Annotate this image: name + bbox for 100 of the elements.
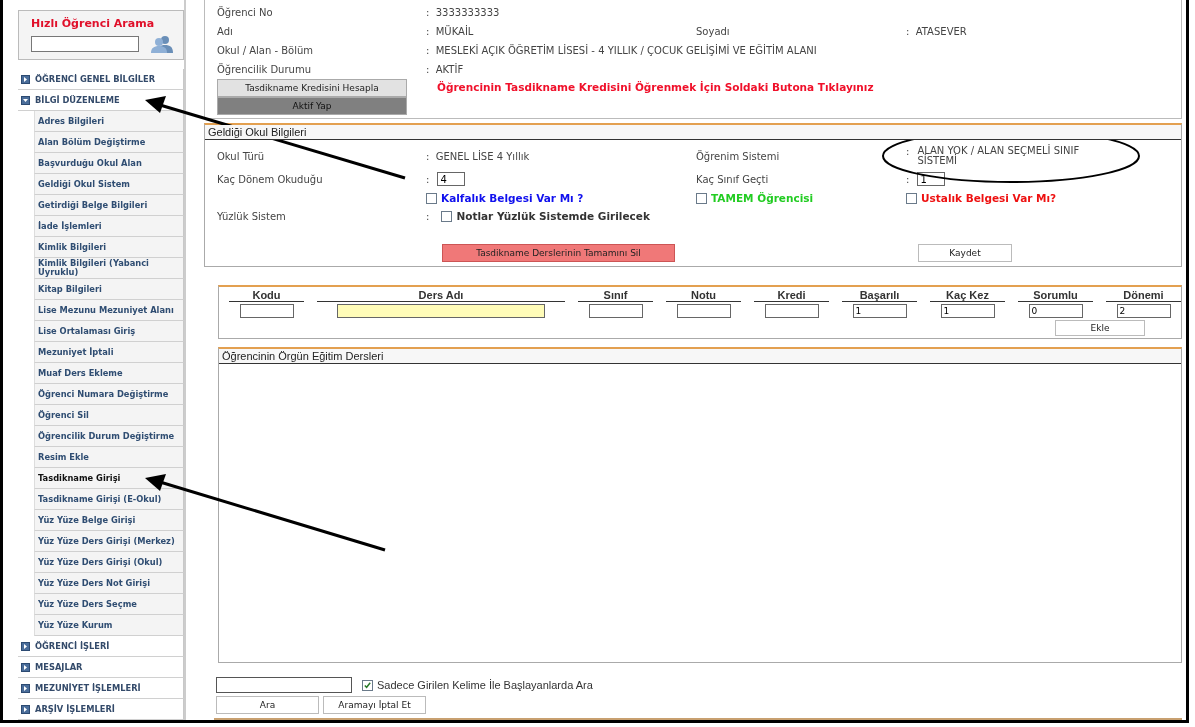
column-header: Sınıf <box>578 289 653 302</box>
panel-header: Geldiği Okul Bilgileri <box>205 125 1181 140</box>
field-value: : MESLEKİ AÇIK ÖĞRETİM LİSESİ - 4 YILLIK / ÇOCUK GELİŞİMİ VE EĞİTİM ALANI <box>426 45 817 56</box>
field-value: ALAN YOK / ALAN SEÇMELİ SINIF SİSTEMİ <box>917 146 1081 166</box>
input-field[interactable] <box>764 304 819 318</box>
expand-icon[interactable] <box>21 641 30 651</box>
checkbox[interactable] <box>362 679 373 691</box>
search-button[interactable]: Ara <box>216 696 319 714</box>
menu-item[interactable]: Kitap Bilgileri <box>34 279 184 300</box>
menu-item[interactable]: Geldiği Okul Sistem <box>34 174 184 195</box>
menu-item[interactable]: Yüz Yüze Ders Girişi (Merkez) <box>34 531 184 552</box>
add-button[interactable]: Ekle <box>1055 320 1145 336</box>
input-field[interactable]: 0 <box>1028 304 1083 318</box>
field-value: : 3333333333 <box>426 7 500 18</box>
delete-all-button[interactable]: Tasdikname Derslerinin Tamamını Sil <box>442 244 675 262</box>
field-separator: : <box>906 146 910 157</box>
field-label: Kaç Dönem Okuduğu <box>217 173 324 185</box>
menu-group[interactable]: BİLGİ DÜZENLEME <box>18 90 184 111</box>
menu-group[interactable]: ÖĞRENCİ GENEL BİLGİLER <box>18 69 184 90</box>
menu-item[interactable]: Yüz Yüze Belge Girişi <box>34 510 184 531</box>
search-field[interactable] <box>216 677 352 693</box>
input-field[interactable]: 1 <box>852 304 907 318</box>
checkbox-label: TAMEM Öğrencisi <box>711 192 814 204</box>
input-field[interactable]: 1 <box>940 304 995 318</box>
field-value: : MÜKAİL <box>426 26 475 37</box>
terms-field[interactable]: 4 <box>437 172 466 186</box>
menu-item[interactable]: Resim Ekle <box>34 447 184 468</box>
menu-item[interactable]: Öğrenci Numara Değiştirme <box>34 384 184 405</box>
input-field[interactable] <box>239 304 294 318</box>
menu-item[interactable]: Yüz Yüze Kurum <box>34 615 184 636</box>
menu-item[interactable]: Öğrencilik Durum Değiştirme <box>34 426 184 447</box>
checkbox[interactable] <box>696 192 707 204</box>
checkbox-label: Sadece Girilen Kelime İle Başlayanlarda Ara <box>377 679 593 691</box>
save-button[interactable]: Kaydet <box>918 244 1012 262</box>
field-label: Kaç Sınıf Geçti <box>696 173 770 185</box>
menu-item[interactable]: Yüz Yüze Ders Seçme <box>34 594 184 615</box>
field-label: Soyadı <box>696 26 731 37</box>
menu-item[interactable]: Başvurduğu Okul Alan <box>34 153 184 174</box>
field-label: Öğrenim Sistemi <box>696 150 781 162</box>
field-separator: : <box>906 173 910 185</box>
notice-text: Öğrencinin Tasdikname Kredisini Öğrenmek İçin Soldaki Butona Tıklayınız <box>437 81 874 95</box>
checkbox-label: Notlar Yüzlük Sistemde Girilecek <box>456 210 650 222</box>
menu-item[interactable]: Yüz Yüze Ders Girişi (Okul) <box>34 552 184 573</box>
column-header: Kaç Kez <box>930 289 1005 302</box>
menu-item[interactable]: Yüz Yüze Ders Not Girişi <box>34 573 184 594</box>
column-header: Dönemi <box>1106 289 1181 302</box>
menu-item[interactable]: Kimlik Bilgileri <box>34 237 184 258</box>
menu-item[interactable]: Öğrenci Sil <box>34 405 184 426</box>
panel-header: Öğrencinin Örgün Eğitim Dersleri <box>219 349 1181 364</box>
users-icon[interactable] <box>151 35 173 53</box>
input-field[interactable] <box>588 304 643 318</box>
expand-icon[interactable] <box>21 683 30 693</box>
menu-item[interactable]: Lise Ortalaması Giriş <box>34 321 184 342</box>
expand-icon[interactable] <box>21 662 30 672</box>
menu-item[interactable]: Getirdiği Belge Bilgileri <box>34 195 184 216</box>
field-value: : AKTİF <box>426 64 464 75</box>
menu-item[interactable]: Mezuniyet İptali <box>34 342 184 363</box>
menu-item[interactable]: İade İşlemleri <box>34 216 184 237</box>
menu-item[interactable]: Alan Bölüm Değiştirme <box>34 132 184 153</box>
input-field[interactable]: 2 <box>1116 304 1171 318</box>
menu-item[interactable]: Muaf Ders Ekleme <box>34 363 184 384</box>
quick-search-title: Hızlı Öğrenci Arama <box>31 17 156 30</box>
column-header: Ders Adı <box>317 289 565 302</box>
column-header: Kodu <box>229 289 304 302</box>
field-label: Öğrencilik Durumu <box>217 64 312 75</box>
menu-item[interactable]: Adres Bilgileri <box>34 111 184 132</box>
column-header: Sorumlu <box>1018 289 1093 302</box>
quick-search-field[interactable] <box>31 36 139 52</box>
column-header: Başarılı <box>842 289 917 302</box>
field-label: Adı <box>217 26 234 37</box>
checkbox[interactable] <box>906 192 917 204</box>
expand-icon[interactable] <box>21 74 30 84</box>
calculate-credit-button[interactable]: Tasdikname Kredisini Hesapla <box>217 79 407 97</box>
menu-item[interactable]: Tasdikname Girişi (E-Okul) <box>34 489 184 510</box>
menu-item[interactable]: Lise Mezunu Mezuniyet Alanı <box>34 300 184 321</box>
input-field[interactable] <box>337 304 545 318</box>
menu-item[interactable]: Kimlik Bilgileri (Yabanci Uyruklu) <box>34 258 184 279</box>
field-separator: : <box>426 210 430 222</box>
menu-group[interactable]: MEZUNİYET İŞLEMLERİ <box>18 678 184 699</box>
menu-group[interactable]: MESAJLAR <box>18 657 184 678</box>
checkbox[interactable] <box>426 192 437 204</box>
cancel-search-button[interactable]: Aramayı İptal Et <box>323 696 426 714</box>
field-label: Yüzlük Sistem <box>217 210 287 222</box>
field-label: Okul Türü <box>217 150 266 162</box>
field-separator: : <box>426 173 430 185</box>
field-label: Öğrenci No <box>217 7 274 18</box>
menu-item[interactable]: Tasdikname Girişi <box>34 468 184 489</box>
menu-group[interactable]: ÖĞRENCİ İŞLERİ <box>18 636 184 657</box>
expand-icon[interactable] <box>21 95 30 105</box>
checkbox-label: Ustalık Belgesi Var Mı? <box>921 192 1057 204</box>
checkbox-label: Kalfalık Belgesi Var Mı ? <box>441 192 584 204</box>
field-value: : GENEL LİSE 4 Yıllık <box>426 150 531 162</box>
expand-icon[interactable] <box>21 704 30 714</box>
field-value: : ATASEVER <box>906 26 967 37</box>
checkbox[interactable] <box>441 210 453 222</box>
input-field[interactable] <box>676 304 731 318</box>
column-header: Notu <box>666 289 741 302</box>
menu-group[interactable]: ARŞİV İŞLEMLERİ <box>18 699 184 720</box>
activate-button[interactable]: Aktif Yap <box>217 97 407 115</box>
field-label: Okul / Alan - Bölüm <box>217 45 315 56</box>
